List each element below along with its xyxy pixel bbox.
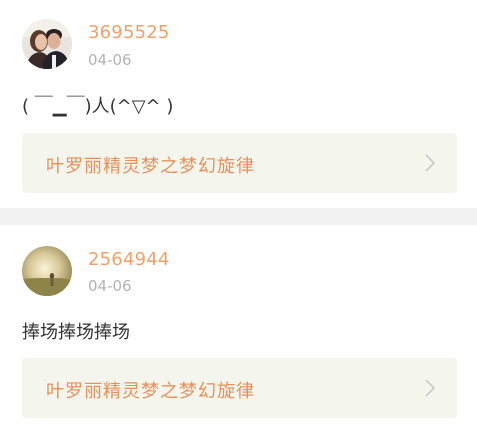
linked-work-card[interactable]: 叶罗丽精灵梦之梦幻旋律	[22, 358, 457, 418]
avatar[interactable]	[22, 19, 72, 69]
linked-work-title: 叶罗丽精灵梦之梦幻旋律	[46, 381, 255, 402]
comment-item: 2564944 04-06 捧场捧场捧场 叶罗丽精灵梦之梦幻旋律	[0, 225, 477, 436]
comment-feed: 3695525 04-06 ( ￣▁￣)人(^▽^ ) 叶罗丽精灵梦之梦幻旋律	[0, 0, 477, 436]
post-date: 04-06	[88, 51, 132, 69]
username[interactable]: 3695525	[88, 22, 170, 43]
linked-work-title: 叶罗丽精灵梦之梦幻旋律	[46, 156, 255, 177]
username[interactable]: 2564944	[88, 249, 170, 270]
comment-item: 3695525 04-06 ( ￣▁￣)人(^▽^ ) 叶罗丽精灵梦之梦幻旋律	[0, 0, 477, 208]
linked-work-card[interactable]: 叶罗丽精灵梦之梦幻旋律	[22, 133, 457, 193]
chevron-right-icon	[425, 379, 435, 397]
chevron-right-icon	[425, 154, 435, 172]
field-photo-avatar-icon	[22, 246, 72, 296]
post-date: 04-06	[88, 277, 132, 295]
section-divider	[0, 208, 477, 225]
couple-photo-avatar-icon	[22, 19, 72, 69]
comment-text: 捧场捧场捧场	[22, 322, 130, 343]
avatar[interactable]	[22, 246, 72, 296]
comment-text: ( ￣▁￣)人(^▽^ )	[22, 96, 174, 117]
